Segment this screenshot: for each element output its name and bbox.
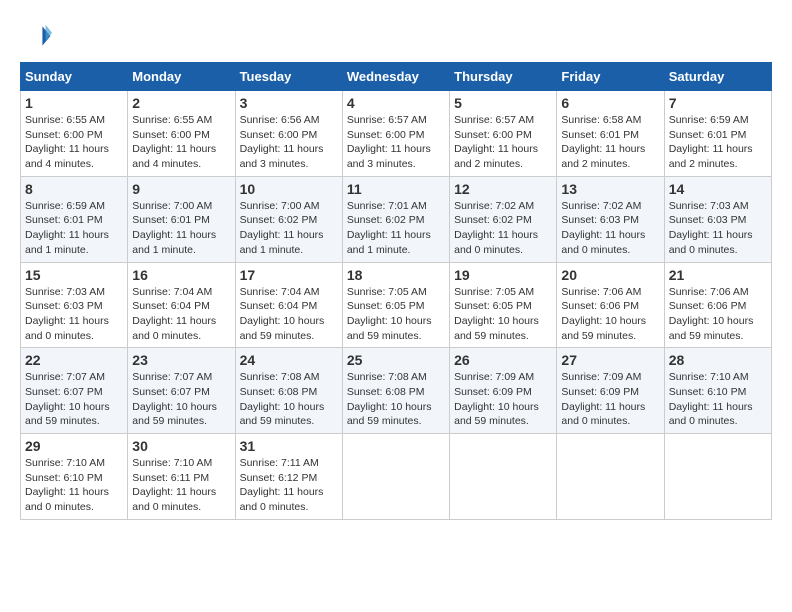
calendar-day-9: 9Sunrise: 7:00 AMSunset: 6:01 PMDaylight…: [128, 176, 235, 262]
header-monday: Monday: [128, 63, 235, 91]
calendar-empty: [450, 434, 557, 520]
calendar-day-23: 23Sunrise: 7:07 AMSunset: 6:07 PMDayligh…: [128, 348, 235, 434]
calendar-day-2: 2Sunrise: 6:55 AMSunset: 6:00 PMDaylight…: [128, 91, 235, 177]
calendar-day-21: 21Sunrise: 7:06 AMSunset: 6:06 PMDayligh…: [664, 262, 771, 348]
calendar-day-14: 14Sunrise: 7:03 AMSunset: 6:03 PMDayligh…: [664, 176, 771, 262]
calendar-day-13: 13Sunrise: 7:02 AMSunset: 6:03 PMDayligh…: [557, 176, 664, 262]
calendar-week-3: 15Sunrise: 7:03 AMSunset: 6:03 PMDayligh…: [21, 262, 772, 348]
calendar: SundayMondayTuesdayWednesdayThursdayFrid…: [20, 62, 772, 520]
logo: [20, 20, 56, 52]
header-sunday: Sunday: [21, 63, 128, 91]
calendar-empty: [664, 434, 771, 520]
header-tuesday: Tuesday: [235, 63, 342, 91]
calendar-day-24: 24Sunrise: 7:08 AMSunset: 6:08 PMDayligh…: [235, 348, 342, 434]
header-friday: Friday: [557, 63, 664, 91]
calendar-day-3: 3Sunrise: 6:56 AMSunset: 6:00 PMDaylight…: [235, 91, 342, 177]
header-wednesday: Wednesday: [342, 63, 449, 91]
calendar-week-4: 22Sunrise: 7:07 AMSunset: 6:07 PMDayligh…: [21, 348, 772, 434]
calendar-day-4: 4Sunrise: 6:57 AMSunset: 6:00 PMDaylight…: [342, 91, 449, 177]
calendar-day-30: 30Sunrise: 7:10 AMSunset: 6:11 PMDayligh…: [128, 434, 235, 520]
calendar-day-1: 1Sunrise: 6:55 AMSunset: 6:00 PMDaylight…: [21, 91, 128, 177]
calendar-day-31: 31Sunrise: 7:11 AMSunset: 6:12 PMDayligh…: [235, 434, 342, 520]
calendar-day-26: 26Sunrise: 7:09 AMSunset: 6:09 PMDayligh…: [450, 348, 557, 434]
calendar-empty: [342, 434, 449, 520]
header-thursday: Thursday: [450, 63, 557, 91]
calendar-day-25: 25Sunrise: 7:08 AMSunset: 6:08 PMDayligh…: [342, 348, 449, 434]
calendar-day-12: 12Sunrise: 7:02 AMSunset: 6:02 PMDayligh…: [450, 176, 557, 262]
calendar-day-11: 11Sunrise: 7:01 AMSunset: 6:02 PMDayligh…: [342, 176, 449, 262]
calendar-day-18: 18Sunrise: 7:05 AMSunset: 6:05 PMDayligh…: [342, 262, 449, 348]
calendar-day-8: 8Sunrise: 6:59 AMSunset: 6:01 PMDaylight…: [21, 176, 128, 262]
calendar-day-7: 7Sunrise: 6:59 AMSunset: 6:01 PMDaylight…: [664, 91, 771, 177]
header: [20, 20, 772, 52]
calendar-day-10: 10Sunrise: 7:00 AMSunset: 6:02 PMDayligh…: [235, 176, 342, 262]
logo-icon: [20, 20, 52, 52]
calendar-week-5: 29Sunrise: 7:10 AMSunset: 6:10 PMDayligh…: [21, 434, 772, 520]
header-saturday: Saturday: [664, 63, 771, 91]
calendar-day-16: 16Sunrise: 7:04 AMSunset: 6:04 PMDayligh…: [128, 262, 235, 348]
calendar-day-15: 15Sunrise: 7:03 AMSunset: 6:03 PMDayligh…: [21, 262, 128, 348]
calendar-day-28: 28Sunrise: 7:10 AMSunset: 6:10 PMDayligh…: [664, 348, 771, 434]
calendar-header-row: SundayMondayTuesdayWednesdayThursdayFrid…: [21, 63, 772, 91]
calendar-day-17: 17Sunrise: 7:04 AMSunset: 6:04 PMDayligh…: [235, 262, 342, 348]
calendar-empty: [557, 434, 664, 520]
calendar-day-6: 6Sunrise: 6:58 AMSunset: 6:01 PMDaylight…: [557, 91, 664, 177]
calendar-day-27: 27Sunrise: 7:09 AMSunset: 6:09 PMDayligh…: [557, 348, 664, 434]
calendar-day-22: 22Sunrise: 7:07 AMSunset: 6:07 PMDayligh…: [21, 348, 128, 434]
calendar-day-5: 5Sunrise: 6:57 AMSunset: 6:00 PMDaylight…: [450, 91, 557, 177]
calendar-day-19: 19Sunrise: 7:05 AMSunset: 6:05 PMDayligh…: [450, 262, 557, 348]
calendar-day-29: 29Sunrise: 7:10 AMSunset: 6:10 PMDayligh…: [21, 434, 128, 520]
calendar-week-1: 1Sunrise: 6:55 AMSunset: 6:00 PMDaylight…: [21, 91, 772, 177]
calendar-week-2: 8Sunrise: 6:59 AMSunset: 6:01 PMDaylight…: [21, 176, 772, 262]
calendar-day-20: 20Sunrise: 7:06 AMSunset: 6:06 PMDayligh…: [557, 262, 664, 348]
